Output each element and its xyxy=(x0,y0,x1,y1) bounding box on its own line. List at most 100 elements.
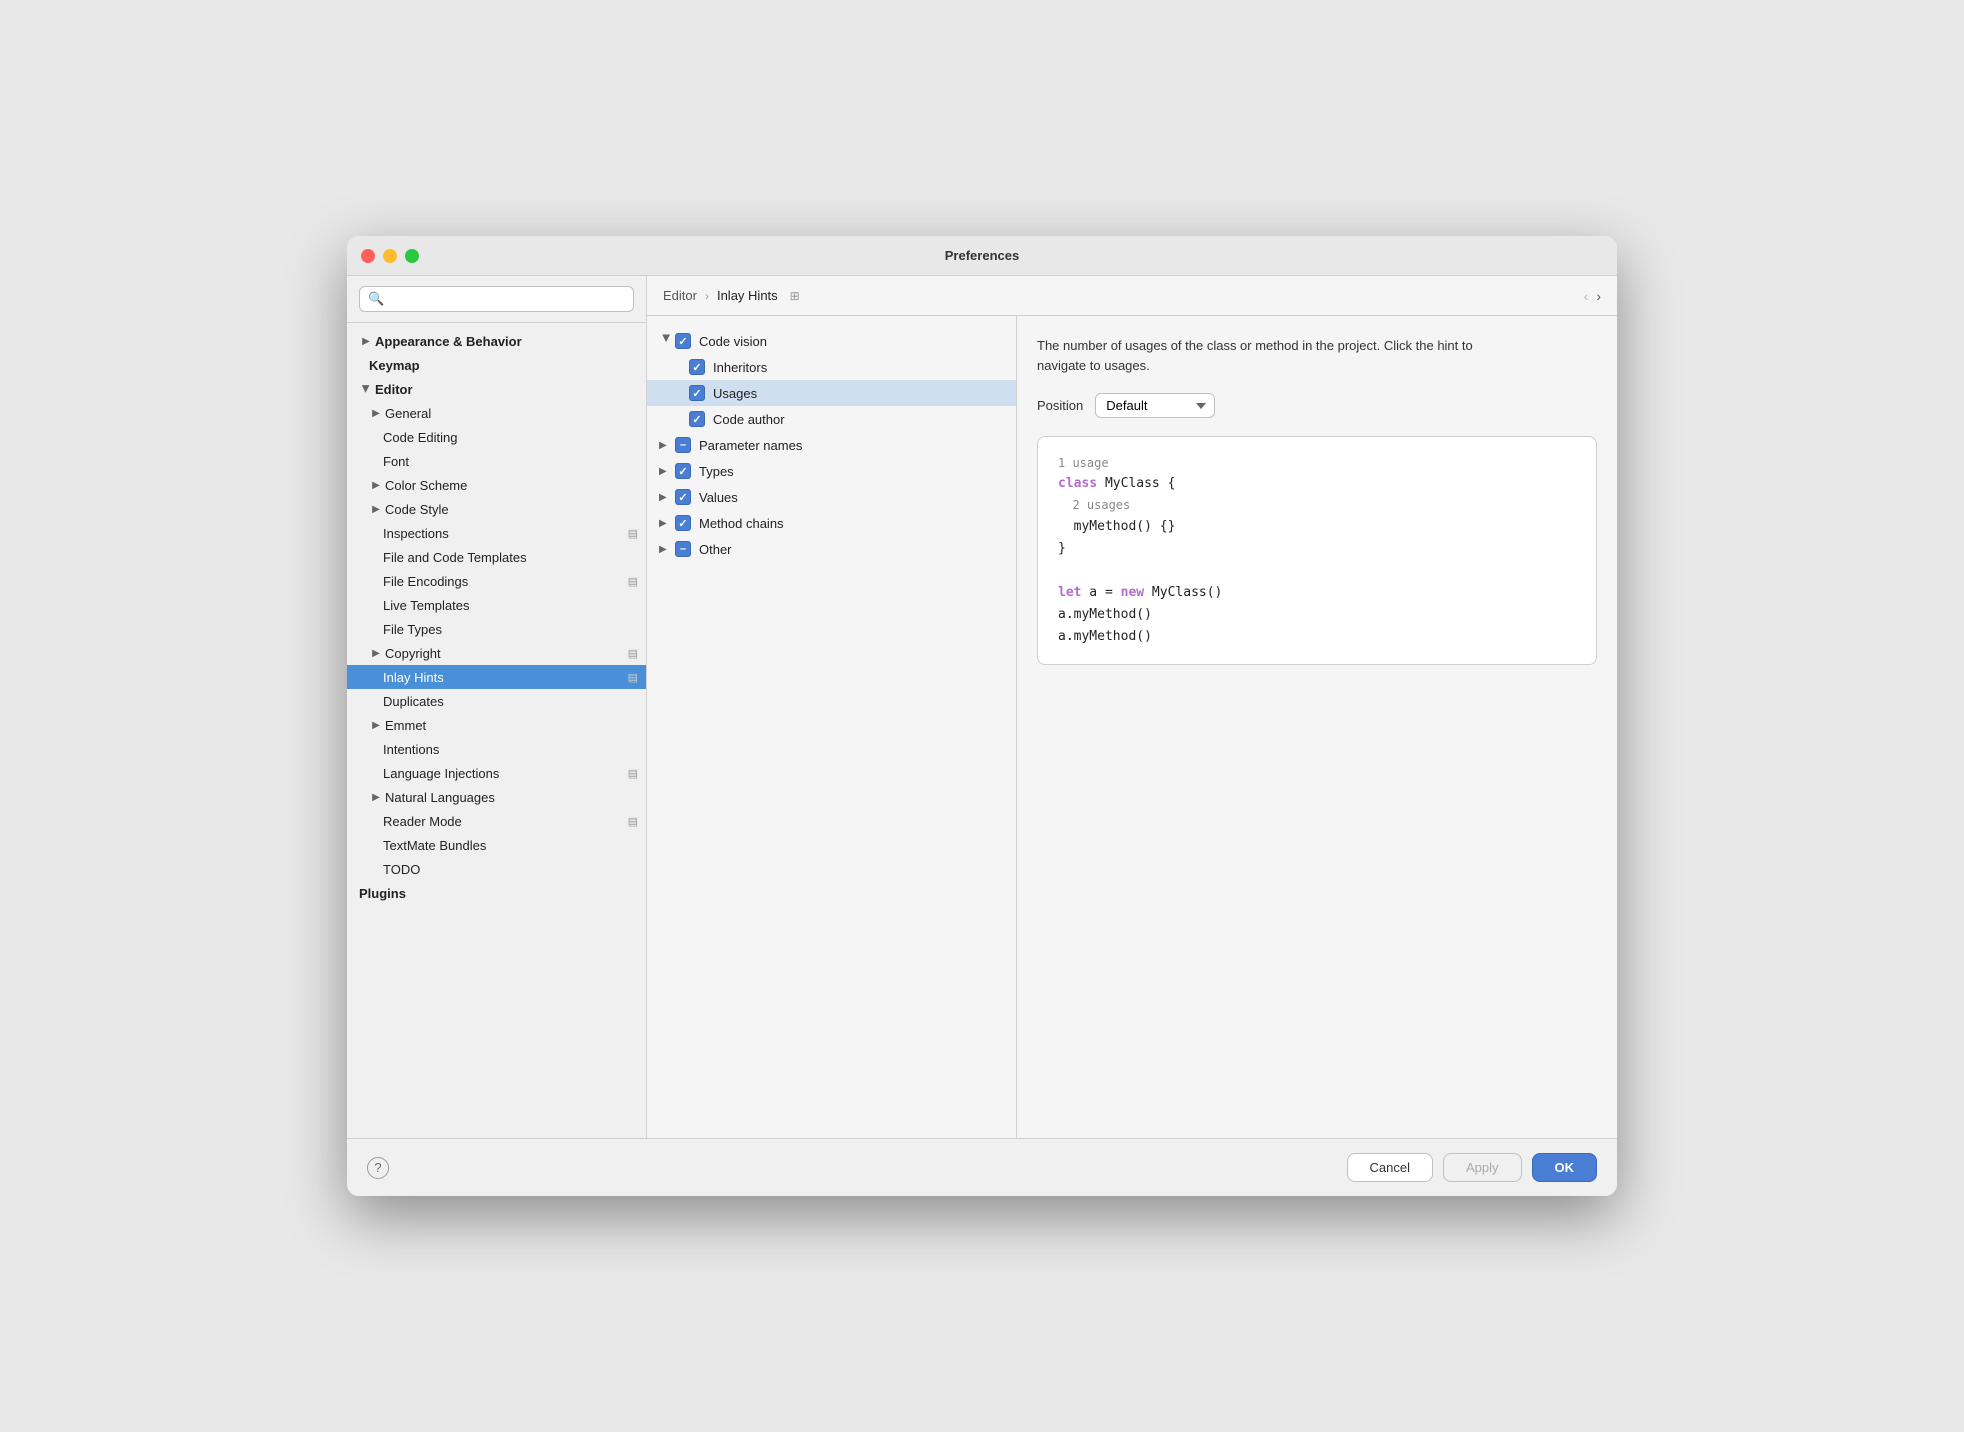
checkbox-method-chains[interactable] xyxy=(675,515,691,531)
option-inheritors[interactable]: Inheritors xyxy=(647,354,1016,380)
position-select[interactable]: Default Before line After line xyxy=(1095,393,1215,418)
chevron-icon: ▶ xyxy=(369,502,383,516)
checkbox-inheritors[interactable] xyxy=(689,359,705,375)
detail-description: The number of usages of the class or met… xyxy=(1037,336,1487,375)
sidebar-item-label: Keymap xyxy=(369,358,638,373)
tag-icon: ▤ xyxy=(628,527,638,540)
option-label: Inheritors xyxy=(713,360,767,375)
sidebar-item-label: Language Injections xyxy=(383,766,624,781)
cancel-button[interactable]: Cancel xyxy=(1347,1153,1433,1182)
checkbox-parameter-names[interactable] xyxy=(675,437,691,453)
option-types[interactable]: ▶ Types xyxy=(647,458,1016,484)
sidebar-item-label: General xyxy=(385,406,638,421)
search-wrap[interactable]: 🔍 xyxy=(359,286,634,312)
option-method-chains[interactable]: ▶ Method chains xyxy=(647,510,1016,536)
checkbox-usages[interactable] xyxy=(689,385,705,401)
search-bar: 🔍 xyxy=(347,276,646,323)
checkbox-values[interactable] xyxy=(675,489,691,505)
sidebar-tree: ▶ Appearance & Behavior Keymap ▶ Editor … xyxy=(347,323,646,1138)
sidebar-item-label: TextMate Bundles xyxy=(383,838,638,853)
chevron-icon: ▶ xyxy=(369,406,383,420)
sidebar-item-copyright[interactable]: ▶ Copyright ▤ xyxy=(347,641,646,665)
checkbox-code-author[interactable] xyxy=(689,411,705,427)
option-other[interactable]: ▶ Other xyxy=(647,536,1016,562)
option-usages[interactable]: Usages xyxy=(647,380,1016,406)
sidebar-item-label: Duplicates xyxy=(383,694,638,709)
sidebar-item-inspections[interactable]: Inspections ▤ xyxy=(347,521,646,545)
sidebar-item-label: File and Code Templates xyxy=(383,550,638,565)
tag-icon: ▤ xyxy=(628,647,638,660)
sidebar-item-color-scheme[interactable]: ▶ Color Scheme xyxy=(347,473,646,497)
sidebar-item-font[interactable]: Font xyxy=(347,449,646,473)
sidebar-item-reader-mode[interactable]: Reader Mode ▤ xyxy=(347,809,646,833)
sidebar-item-file-encodings[interactable]: File Encodings ▤ xyxy=(347,569,646,593)
chevron-icon: ▶ xyxy=(369,646,383,660)
help-button[interactable]: ? xyxy=(367,1157,389,1179)
footer: ? Cancel Apply OK xyxy=(347,1138,1617,1196)
sidebar-item-inlay-hints[interactable]: Inlay Hints ▤ xyxy=(347,665,646,689)
sidebar-item-textmate-bundles[interactable]: TextMate Bundles xyxy=(347,833,646,857)
footer-left: ? xyxy=(367,1157,389,1179)
sidebar-item-keymap[interactable]: Keymap xyxy=(347,353,646,377)
option-label: Code vision xyxy=(699,334,767,349)
option-label: Types xyxy=(699,464,734,479)
sidebar-item-code-style[interactable]: ▶ Code Style xyxy=(347,497,646,521)
checkbox-other[interactable] xyxy=(675,541,691,557)
code-line-6 xyxy=(1058,560,1576,582)
sidebar-item-file-code-templates[interactable]: File and Code Templates xyxy=(347,545,646,569)
sidebar-item-label: Appearance & Behavior xyxy=(375,334,638,349)
sidebar-item-todo[interactable]: TODO xyxy=(347,857,646,881)
chevron-icon: ▶ xyxy=(369,718,383,732)
breadcrumb-separator: › xyxy=(705,289,709,303)
sidebar-item-label: Live Templates xyxy=(383,598,638,613)
option-label: Values xyxy=(699,490,738,505)
opt-chevron-icon: ▶ xyxy=(659,492,673,503)
option-code-vision[interactable]: ▶ Code vision xyxy=(647,328,1016,354)
breadcrumb-parent[interactable]: Editor xyxy=(663,288,697,303)
breadcrumb: Editor › Inlay Hints ⊞ ‹ › xyxy=(647,276,1617,316)
sidebar-item-intentions[interactable]: Intentions xyxy=(347,737,646,761)
sidebar-item-label: Editor xyxy=(375,382,638,397)
breadcrumb-settings-icon: ⊞ xyxy=(790,289,800,303)
sidebar-item-code-editing[interactable]: Code Editing xyxy=(347,425,646,449)
sidebar-item-emmet[interactable]: ▶ Emmet xyxy=(347,713,646,737)
back-arrow-icon[interactable]: ‹ xyxy=(1584,288,1589,304)
sidebar-item-label: Code Style xyxy=(385,502,638,517)
sidebar-item-label: TODO xyxy=(383,862,638,877)
apply-button[interactable]: Apply xyxy=(1443,1153,1522,1182)
option-label: Usages xyxy=(713,386,757,401)
ok-button[interactable]: OK xyxy=(1532,1153,1598,1182)
chevron-open-icon: ▶ xyxy=(359,382,373,396)
option-parameter-names[interactable]: ▶ Parameter names xyxy=(647,432,1016,458)
close-button[interactable] xyxy=(361,249,375,263)
sidebar-item-natural-languages[interactable]: ▶ Natural Languages xyxy=(347,785,646,809)
sidebar: 🔍 ▶ Appearance & Behavior Keymap ▶ Edito… xyxy=(347,276,647,1138)
sidebar-item-plugins[interactable]: Plugins xyxy=(347,881,646,905)
sidebar-item-language-injections[interactable]: Language Injections ▤ xyxy=(347,761,646,785)
tag-icon: ▤ xyxy=(628,671,638,684)
code-line-2: class MyClass { xyxy=(1058,473,1576,495)
sidebar-item-label: Reader Mode xyxy=(383,814,624,829)
window-title: Preferences xyxy=(945,248,1019,263)
minimize-button[interactable] xyxy=(383,249,397,263)
option-values[interactable]: ▶ Values xyxy=(647,484,1016,510)
option-label: Parameter names xyxy=(699,438,802,453)
sidebar-item-duplicates[interactable]: Duplicates xyxy=(347,689,646,713)
code-line-5: } xyxy=(1058,538,1576,560)
sidebar-item-label: Inspections xyxy=(383,526,624,541)
forward-arrow-icon[interactable]: › xyxy=(1596,288,1601,304)
search-input[interactable] xyxy=(390,292,625,307)
sidebar-item-live-templates[interactable]: Live Templates xyxy=(347,593,646,617)
sidebar-item-general[interactable]: ▶ General xyxy=(347,401,646,425)
sidebar-item-label: Color Scheme xyxy=(385,478,638,493)
sidebar-item-file-types[interactable]: File Types xyxy=(347,617,646,641)
position-label: Position xyxy=(1037,398,1083,413)
option-code-author[interactable]: Code author xyxy=(647,406,1016,432)
code-line-4: myMethod() {} xyxy=(1058,516,1576,538)
checkbox-code-vision[interactable] xyxy=(675,333,691,349)
sidebar-item-editor[interactable]: ▶ Editor xyxy=(347,377,646,401)
sidebar-item-label: Emmet xyxy=(385,718,638,733)
checkbox-types[interactable] xyxy=(675,463,691,479)
maximize-button[interactable] xyxy=(405,249,419,263)
sidebar-item-appearance[interactable]: ▶ Appearance & Behavior xyxy=(347,329,646,353)
